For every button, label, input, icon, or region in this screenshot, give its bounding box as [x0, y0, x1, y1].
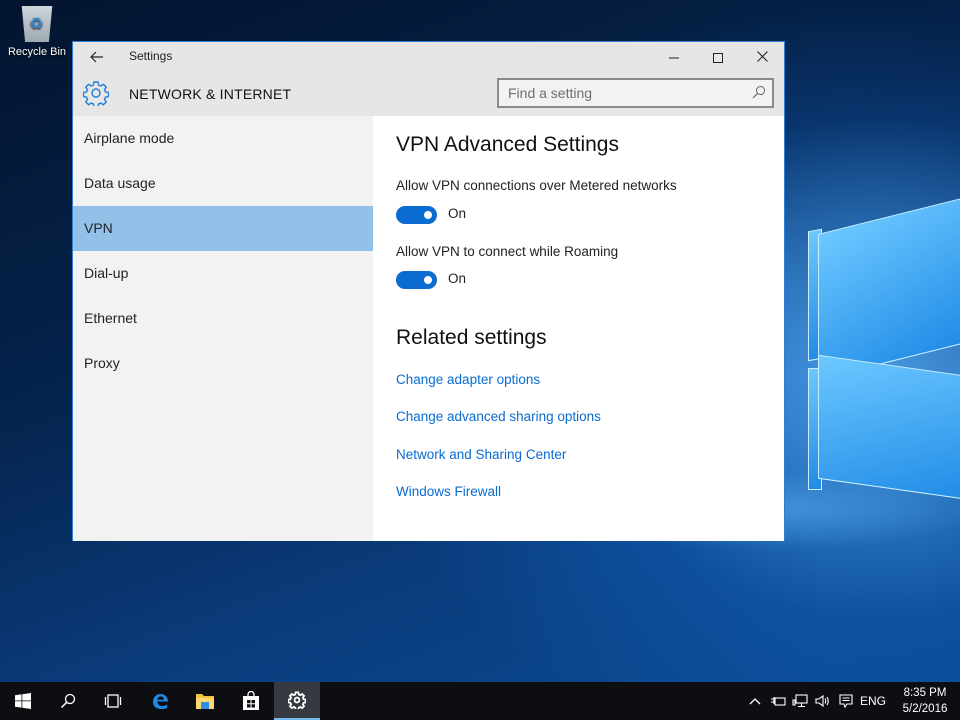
minimize-icon — [669, 57, 679, 59]
sidebar-item-vpn[interactable]: VPN — [73, 206, 373, 251]
arrow-left-icon — [90, 51, 103, 63]
desktop-icon-recycle-bin[interactable]: Recycle Bin — [4, 6, 70, 58]
tray-network[interactable] — [789, 682, 811, 720]
taskbar-settings[interactable] — [274, 682, 320, 720]
task-view-icon — [104, 694, 122, 708]
tray-action-center[interactable] — [835, 682, 857, 720]
search-icon[interactable] — [752, 85, 766, 99]
taskbar-search-button[interactable] — [45, 682, 91, 720]
back-button[interactable] — [85, 46, 109, 68]
content-pane: VPN Advanced Settings Allow VPN connecti… — [373, 116, 784, 541]
taskbar-edge[interactable] — [137, 682, 183, 720]
metered-option-label: Allow VPN connections over Metered netwo… — [396, 178, 677, 193]
taskbar: ENG 8:35 PM 5/2/2016 — [0, 682, 960, 720]
clock-date: 5/2/2016 — [902, 703, 948, 715]
store-icon — [243, 691, 259, 710]
roaming-toggle-state: On — [448, 271, 467, 286]
start-button[interactable] — [0, 682, 46, 720]
action-center-icon — [839, 694, 853, 708]
settings-window: Settings NETWORK & INTERNET Airplane mod… — [72, 41, 785, 541]
volume-icon — [815, 694, 829, 708]
tray-clock[interactable]: 8:35 PM 5/2/2016 — [894, 685, 956, 717]
close-icon — [756, 51, 768, 63]
folder-icon — [196, 694, 214, 709]
app-title: Settings — [129, 49, 173, 63]
wallpaper-logo-pane — [818, 354, 960, 502]
maximize-button[interactable] — [696, 44, 740, 70]
maximize-icon — [713, 53, 723, 64]
related-settings-heading: Related settings — [396, 326, 547, 349]
search-icon — [60, 693, 76, 709]
desktop-icon-label: Recycle Bin — [7, 46, 67, 58]
task-view-button[interactable] — [90, 682, 136, 720]
roaming-option-label: Allow VPN to connect while Roaming — [396, 244, 619, 259]
link-change-advanced-sharing[interactable]: Change advanced sharing options — [396, 409, 601, 424]
roaming-toggle[interactable] — [396, 271, 437, 289]
chevron-up-icon — [749, 698, 761, 705]
section-title: NETWORK & INTERNET — [129, 86, 292, 102]
link-windows-firewall[interactable]: Windows Firewall — [396, 484, 501, 499]
taskbar-store[interactable] — [228, 682, 274, 720]
tray-volume[interactable] — [812, 682, 834, 720]
link-change-adapter-options[interactable]: Change adapter options — [396, 372, 540, 387]
recycle-bin-icon — [21, 6, 53, 42]
sidebar-item-ethernet[interactable]: Ethernet — [73, 296, 373, 341]
tray-language[interactable]: ENG — [858, 682, 888, 720]
link-network-sharing-center[interactable]: Network and Sharing Center — [396, 447, 566, 462]
title-bar: Settings NETWORK & INTERNET — [73, 42, 784, 116]
search-input[interactable] — [499, 80, 739, 106]
tray-power[interactable] — [767, 682, 789, 720]
page-title: VPN Advanced Settings — [396, 133, 619, 156]
show-hidden-icons-button[interactable] — [745, 682, 765, 720]
gear-icon — [83, 81, 109, 106]
search-box — [497, 78, 774, 108]
battery-plug-icon — [771, 697, 786, 706]
taskbar-file-explorer[interactable] — [182, 682, 228, 720]
windows-logo-icon — [15, 693, 31, 709]
metered-toggle-state: On — [448, 206, 467, 221]
edge-icon — [153, 694, 168, 710]
network-icon — [792, 694, 808, 708]
wallpaper-logo-pane — [818, 194, 960, 380]
sidebar-item-data-usage[interactable]: Data usage — [73, 161, 373, 206]
minimize-button[interactable] — [652, 44, 696, 70]
sidebar-item-airplane-mode[interactable]: Airplane mode — [73, 116, 373, 161]
sidebar-item-proxy[interactable]: Proxy — [73, 341, 373, 386]
sidebar-item-dial-up[interactable]: Dial-up — [73, 251, 373, 296]
clock-time: 8:35 PM — [903, 687, 947, 699]
metered-toggle[interactable] — [396, 206, 437, 224]
close-button[interactable] — [740, 44, 784, 70]
sidebar-nav: Airplane mode Data usage VPN Dial-up Eth… — [73, 116, 373, 541]
gear-icon — [288, 691, 306, 709]
